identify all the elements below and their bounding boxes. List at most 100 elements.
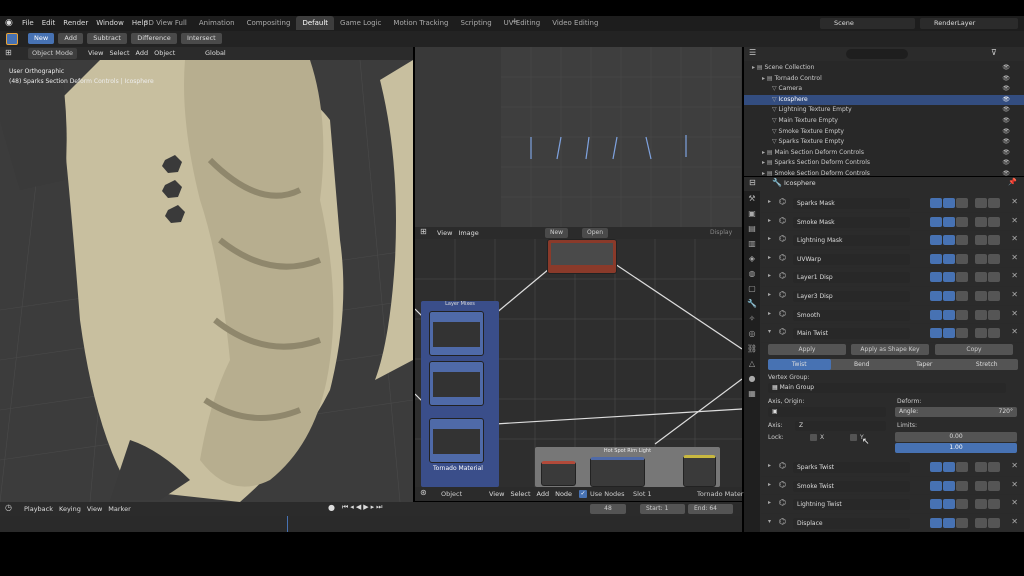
- 3d-viewport[interactable]: ⊞ Object Mode View Select Add Object Global…: [0, 47, 413, 502]
- image-new-button[interactable]: New: [545, 228, 569, 238]
- outliner-row[interactable]: ▸ ▤ Main Section Deform Controls 👁: [744, 148, 1024, 159]
- remove-modifier-icon[interactable]: ✕: [1011, 271, 1018, 280]
- move-down-icon[interactable]: [988, 272, 1000, 283]
- expand-caret-icon[interactable]: ▸: [768, 462, 771, 469]
- timeline-menu-playback[interactable]: Playback: [24, 503, 53, 515]
- modifier-name-field[interactable]: Smoke Twist: [793, 480, 910, 492]
- move-up-icon[interactable]: [975, 328, 987, 339]
- move-up-icon[interactable]: [975, 499, 987, 510]
- properties-editor[interactable]: ⊟ 🔧 Icosphere 📌 ⚒ ▣ ▤ ▥ ◈ ◍ ▢ 🔧 ✧ ◎ ⛓ △ …: [744, 177, 1024, 532]
- move-up-icon[interactable]: [975, 309, 987, 320]
- move-down-icon[interactable]: [988, 290, 1000, 301]
- mix-node-3[interactable]: [429, 418, 484, 463]
- expand-caret-icon[interactable]: ▸: [768, 217, 771, 224]
- data-tab-icon[interactable]: △: [744, 356, 760, 371]
- modifier-name-field[interactable]: Smooth: [793, 309, 910, 321]
- material-selector[interactable]: Tornado Material: [697, 489, 751, 499]
- expand-caret-icon[interactable]: ▸: [768, 310, 771, 317]
- render-toggle-icon[interactable]: [930, 272, 942, 283]
- editmode-toggle-icon[interactable]: [956, 216, 968, 227]
- expand-caret-icon[interactable]: ▸: [768, 291, 771, 298]
- editmode-toggle-icon[interactable]: [956, 272, 968, 283]
- move-down-icon[interactable]: [988, 517, 1000, 528]
- modifier-name-field[interactable]: Layer3 Disp: [793, 290, 910, 302]
- editmode-toggle-icon[interactable]: [956, 309, 968, 320]
- object-dropdown[interactable]: Object: [441, 489, 462, 499]
- move-down-icon[interactable]: [988, 499, 1000, 510]
- constraints-tab-icon[interactable]: ⛓: [744, 341, 760, 356]
- object-mode-dropdown[interactable]: Object Mode: [28, 48, 77, 59]
- expand-caret-icon[interactable]: ▸: [768, 254, 771, 261]
- visibility-icon[interactable]: 👁: [1002, 63, 1010, 74]
- remove-modifier-icon[interactable]: ✕: [1011, 253, 1018, 262]
- rim-light-frame[interactable]: Hot Spot Rim Light: [535, 447, 720, 487]
- render-toggle-icon[interactable]: [930, 216, 942, 227]
- remove-modifier-icon[interactable]: ✕: [1011, 480, 1018, 489]
- object-tab-icon[interactable]: ▢: [744, 281, 760, 296]
- viewport-toggle-icon[interactable]: [943, 328, 955, 339]
- viewport-toggle-icon[interactable]: [943, 309, 955, 320]
- lock-y-checkbox[interactable]: [850, 434, 857, 441]
- visibility-icon[interactable]: 👁: [1002, 158, 1010, 169]
- render-toggle-icon[interactable]: [930, 328, 942, 339]
- render-toggle-icon[interactable]: [930, 462, 942, 472]
- outliner-row[interactable]: ▸ ▤ Scene Collection 👁: [744, 63, 1024, 74]
- playhead[interactable]: [287, 516, 288, 532]
- render-toggle-icon[interactable]: [930, 499, 942, 510]
- editor-type-icon[interactable]: ⊟: [749, 178, 756, 187]
- outliner-row[interactable]: ▸ ▤ Smoke Section Deform Controls 👁: [744, 169, 1024, 176]
- move-up-icon[interactable]: [975, 290, 987, 301]
- end-frame-field[interactable]: End: 64: [688, 504, 733, 514]
- render-toggle-icon[interactable]: [930, 290, 942, 301]
- transform-orientation[interactable]: Global: [205, 48, 226, 59]
- expand-caret-icon[interactable]: ▾: [768, 518, 771, 525]
- viewport-toggle-icon[interactable]: [943, 480, 955, 491]
- visibility-icon[interactable]: 👁: [1002, 148, 1010, 159]
- output-tab-icon[interactable]: ▤: [744, 221, 760, 236]
- texture-tab-icon[interactable]: ▦: [744, 386, 760, 401]
- render-toggle-icon[interactable]: [930, 480, 942, 491]
- move-up-icon[interactable]: [975, 517, 987, 528]
- viewport-menu-add[interactable]: Add: [136, 47, 149, 59]
- viewport-toggle-icon[interactable]: [943, 216, 955, 227]
- outliner-row[interactable]: ▸ ▤ Tornado Control 👁: [744, 74, 1024, 85]
- viewport-toggle-icon[interactable]: [943, 517, 955, 528]
- pin-icon[interactable]: 📌: [1008, 178, 1017, 186]
- deform-tab-stretch[interactable]: Stretch: [956, 359, 1019, 370]
- editmode-toggle-icon[interactable]: [956, 499, 968, 510]
- render-tab-icon[interactable]: ▣: [744, 206, 760, 221]
- move-down-icon[interactable]: [988, 462, 1000, 472]
- move-up-icon[interactable]: [975, 272, 987, 283]
- select-tool-icon[interactable]: [6, 33, 18, 45]
- remove-modifier-icon[interactable]: ✕: [1011, 234, 1018, 243]
- apply-button[interactable]: Apply: [768, 344, 846, 355]
- view-layer-tab-icon[interactable]: ▥: [744, 236, 760, 251]
- workspace-tab-video-editing[interactable]: Video Editing: [546, 16, 604, 30]
- deform-tab-twist[interactable]: Twist: [768, 359, 831, 370]
- move-down-icon[interactable]: [988, 480, 1000, 491]
- workspace-tab-animation[interactable]: Animation: [193, 16, 241, 30]
- image-open-button[interactable]: Open: [582, 228, 609, 238]
- angle-field[interactable]: Angle: 720°: [895, 407, 1017, 417]
- visibility-icon[interactable]: 👁: [1002, 74, 1010, 85]
- editor-type-icon[interactable]: ⊞: [5, 48, 12, 57]
- render-toggle-icon[interactable]: [930, 235, 942, 246]
- outliner-row[interactable]: ▽ Smoke Texture Empty 👁: [744, 127, 1024, 138]
- node-menu-view[interactable]: View: [489, 488, 504, 500]
- timeline-menu-view[interactable]: View: [87, 503, 102, 515]
- modifier-row[interactable]: ▸ ⌬ Lightning Twist ✕: [761, 495, 1024, 514]
- limit-max-field[interactable]: 1.00: [895, 443, 1017, 453]
- editmode-toggle-icon[interactable]: [956, 328, 968, 339]
- expand-caret-icon[interactable]: ▾: [768, 328, 771, 335]
- move-up-icon[interactable]: [975, 480, 987, 491]
- modifier-row[interactable]: ▸ ⌬ UVWarp ✕: [761, 250, 1024, 269]
- remove-modifier-icon[interactable]: ✕: [1011, 309, 1018, 318]
- move-down-icon[interactable]: [988, 253, 1000, 264]
- add-button[interactable]: Add: [58, 33, 84, 44]
- viewport-toggle-icon[interactable]: [943, 462, 955, 472]
- modifier-name-field[interactable]: Sparks Mask: [793, 198, 910, 209]
- editor-type-icon[interactable]: ⊞: [420, 227, 427, 236]
- rim-node-3[interactable]: [683, 455, 716, 487]
- viewport-menu-select[interactable]: Select: [109, 47, 129, 59]
- visibility-icon[interactable]: 👁: [1002, 95, 1010, 106]
